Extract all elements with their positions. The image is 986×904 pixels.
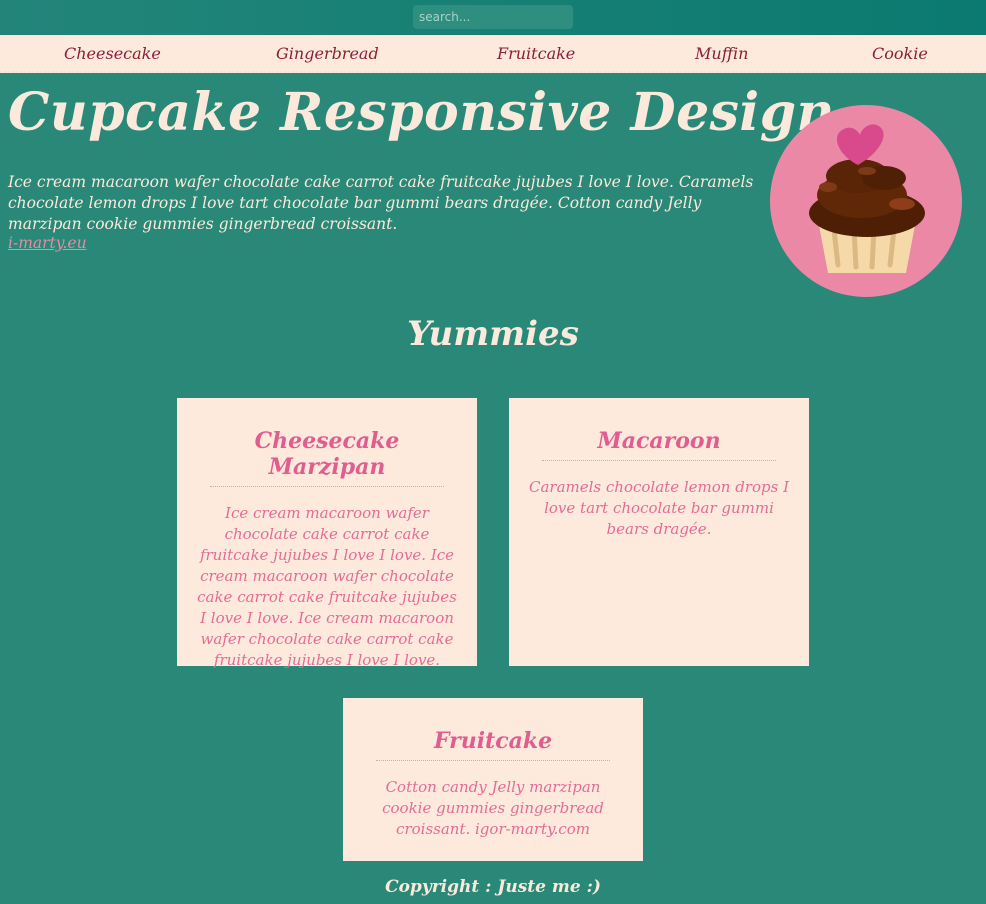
page-title: Cupcake Responsive Design	[8, 82, 835, 143]
cupcake-icon	[770, 105, 962, 297]
card-fruitcake: Fruitcake Cotton candy Jelly marzipan co…	[343, 698, 643, 861]
section-heading: Yummies	[407, 314, 579, 354]
nav-item-cheesecake[interactable]: Cheesecake	[64, 44, 161, 63]
search-input[interactable]	[413, 5, 573, 29]
card-text: Ice cream macaroon wafer chocolate cake …	[197, 504, 457, 669]
nav-item-cookie[interactable]: Cookie	[872, 44, 928, 63]
top-bar	[0, 0, 986, 35]
footer-copyright: Copyright : Juste me :)	[385, 877, 601, 897]
intro-text: Ice cream macaroon wafer chocolate cake …	[8, 173, 754, 233]
card-title: Cheesecake Marzipan	[210, 428, 444, 487]
card-title: Fruitcake	[376, 728, 610, 761]
card-cheesecake-marzipan: Cheesecake Marzipan Ice cream macaroon w…	[177, 398, 477, 669]
nav-item-muffin[interactable]: Muffin	[695, 44, 748, 63]
site-link[interactable]: i-marty.eu	[8, 234, 87, 252]
nav-item-gingerbread[interactable]: Gingerbread	[276, 44, 379, 63]
card-title: Macaroon	[542, 428, 776, 461]
card-macaroon: Macaroon Caramels chocolate lemon drops …	[509, 398, 809, 666]
card-text: Cotton candy Jelly marzipan cookie gummi…	[382, 778, 604, 838]
card-text: Caramels chocolate lemon drops I love ta…	[529, 478, 789, 538]
main-nav: Cheesecake Gingerbread Fruitcake Muffin …	[0, 35, 986, 73]
nav-item-fruitcake[interactable]: Fruitcake	[497, 44, 575, 63]
